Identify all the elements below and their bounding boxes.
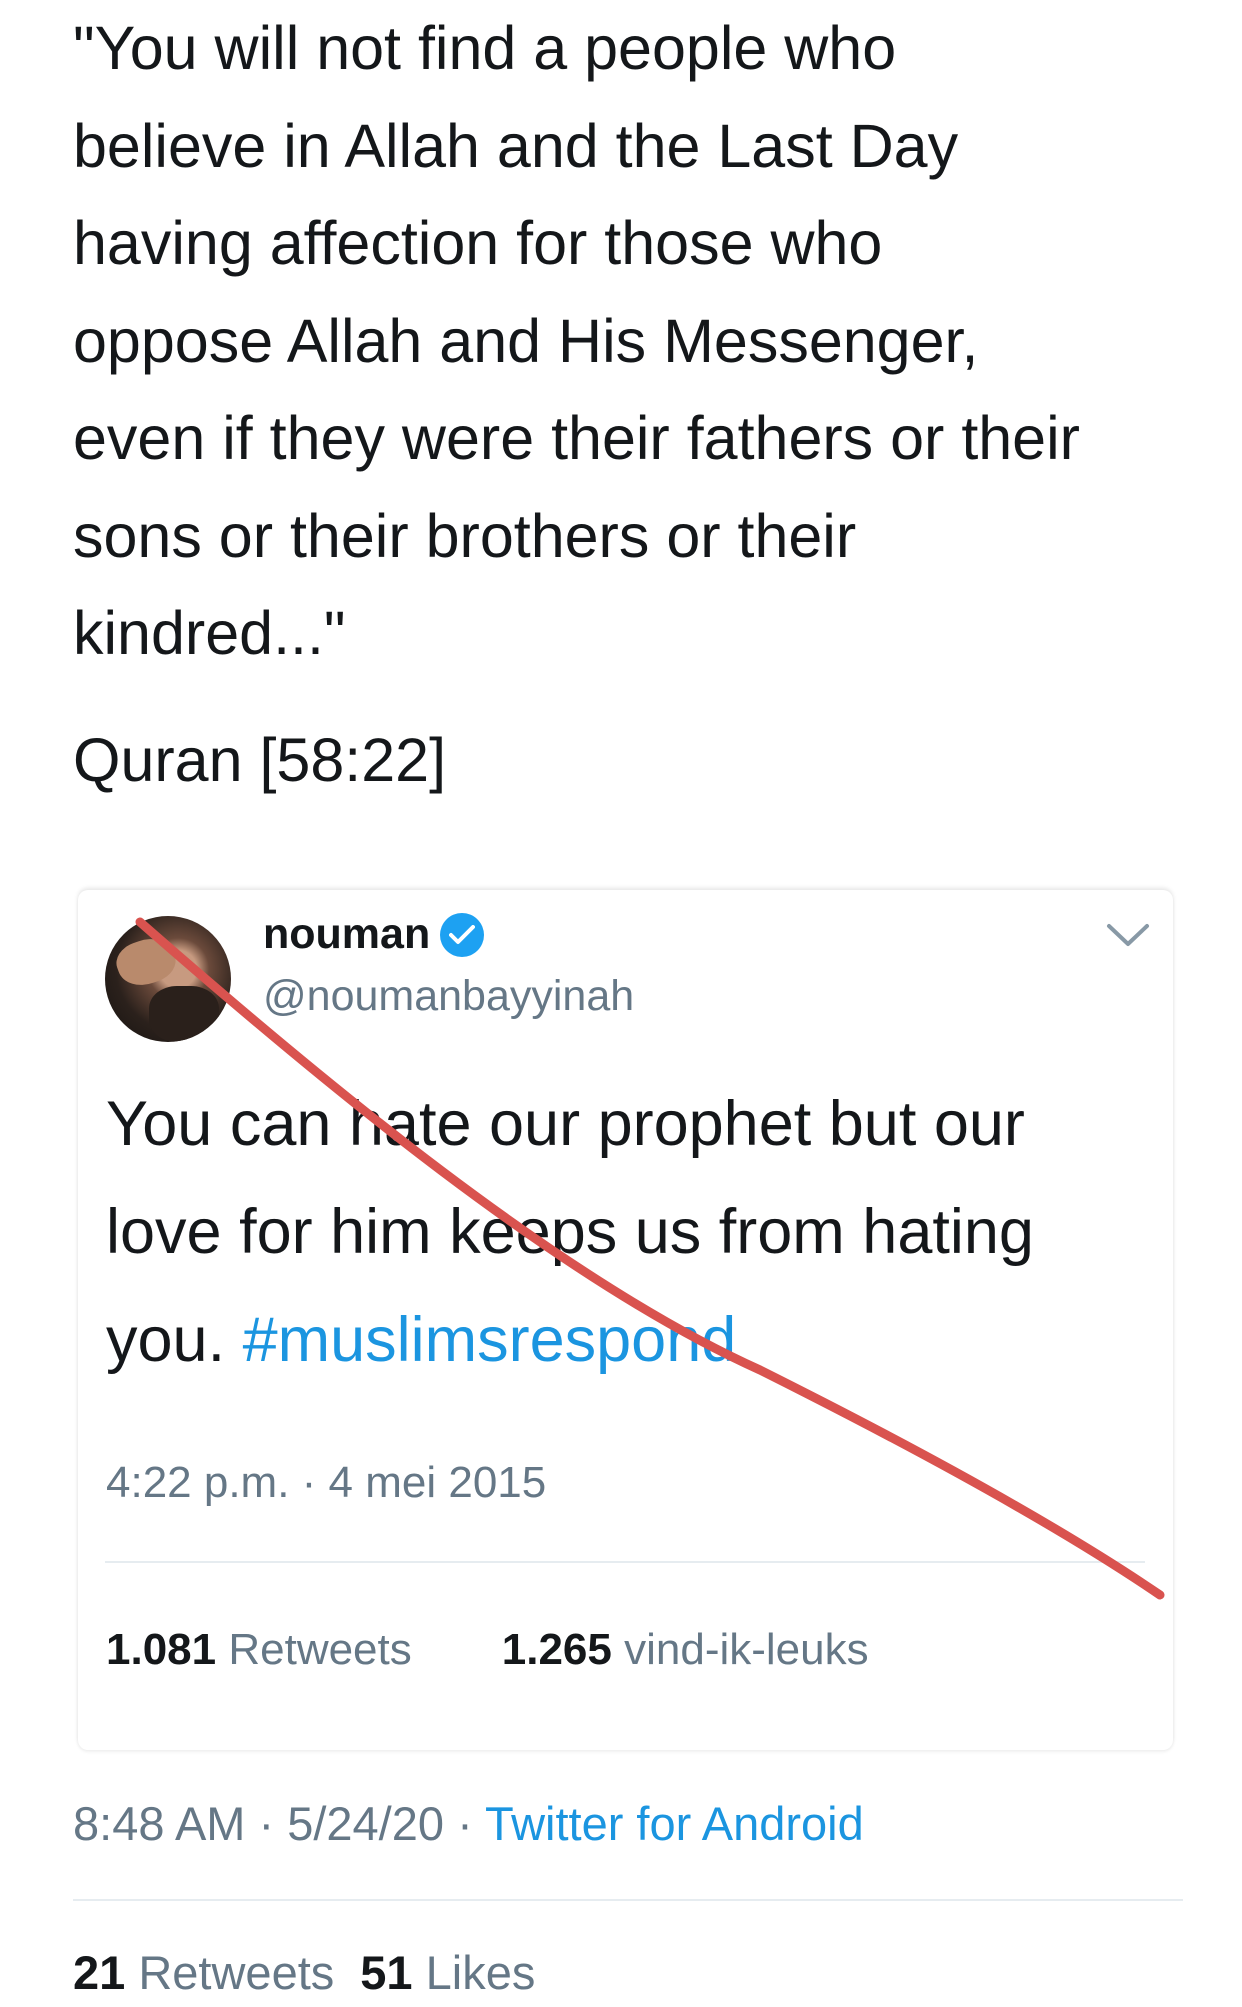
hashtag-link: #muslimsrespond xyxy=(242,1305,737,1375)
retweets-stat[interactable]: 21 Retweets xyxy=(73,1946,334,1999)
chevron-down-icon xyxy=(1105,920,1151,950)
tweet-text-fragment: you. xyxy=(106,1305,243,1375)
verified-badge-icon xyxy=(440,912,485,957)
author-name: nouman xyxy=(263,910,431,958)
likes-label: Likes xyxy=(425,1946,536,1999)
divider xyxy=(105,1561,1145,1563)
author-handle: @noumanbayyinah xyxy=(263,972,635,1020)
quote-text: "You will not find a people who believe … xyxy=(73,0,1183,683)
retweets-label: Retweets xyxy=(138,1946,335,1999)
retweet-count: 1.081 xyxy=(106,1625,217,1674)
author-name-row: nouman xyxy=(263,910,485,959)
embedded-tweet-timestamp: 4:22 p.m. · 4 mei 2015 xyxy=(106,1458,547,1507)
tweet-stats: 21 Retweets 51 Likes xyxy=(73,1945,535,2000)
embedded-tweet-stats: 1.081 Retweets 1.265 vind-ik-leuks xyxy=(106,1625,869,1675)
tweet-text-line: love for him keeps us from hating xyxy=(106,1197,1034,1267)
quote-line: "You will not find a people who xyxy=(73,14,897,82)
quote-line: believe in Allah and the Last Day xyxy=(73,111,959,180)
tweet-text-line: you. #muslimsrespond xyxy=(106,1286,1156,1394)
embedded-tweet-text: You can hate our prophet but our love fo… xyxy=(106,1070,1156,1394)
retweet-count: 21 xyxy=(73,1946,126,1999)
embedded-tweet-screenshot: nouman @noumanbayyinah You can hate our … xyxy=(78,890,1173,1750)
quote-line: sons or their brothers or their xyxy=(73,501,857,570)
divider xyxy=(73,1899,1183,1901)
quote-line: kindred..." xyxy=(73,599,346,667)
tweet-time-date: 8:48 AM · 5/24/20 · xyxy=(73,1797,485,1850)
retweets-label: Retweets xyxy=(228,1625,412,1674)
tweet-source-link[interactable]: Twitter for Android xyxy=(485,1797,864,1850)
tweet-meta: 8:48 AM · 5/24/20 · Twitter for Android xyxy=(73,1796,864,1851)
like-count: 1.265 xyxy=(501,1625,612,1674)
likes-label: vind-ik-leuks xyxy=(624,1625,869,1674)
avatar xyxy=(105,916,231,1042)
likes-stat[interactable]: 51 Likes xyxy=(360,1946,535,1999)
quote-line: oppose Allah and His Messenger, xyxy=(73,306,979,375)
quote-line: having affection for those who xyxy=(73,209,883,277)
quote-source: Quran [58:22] xyxy=(73,726,447,794)
tweet-text-line: You can hate our prophet but our xyxy=(106,1089,1025,1159)
like-count: 51 xyxy=(360,1946,413,1999)
quote-line: even if they were their fathers or their xyxy=(73,404,1080,472)
